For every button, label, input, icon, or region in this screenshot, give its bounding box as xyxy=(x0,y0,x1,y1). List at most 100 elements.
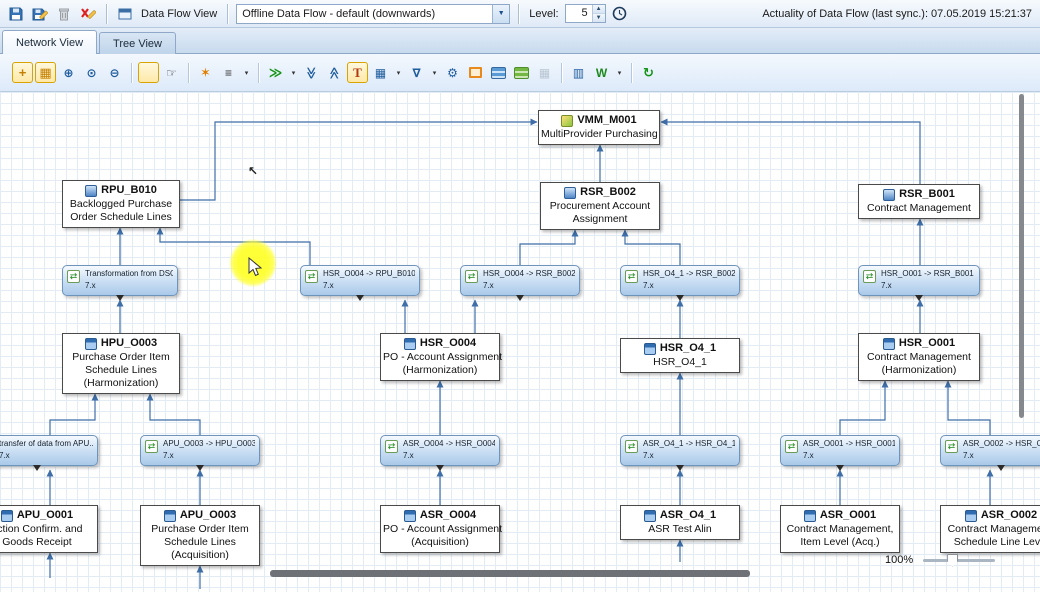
node-header: HSR_O4_1 xyxy=(623,341,737,356)
zoom-in-icon[interactable]: ⊕ xyxy=(58,62,79,83)
main-toolbar: Data Flow View Offline Data Flow - defau… xyxy=(0,0,1040,28)
node-header: RSR_B001 xyxy=(861,187,977,202)
node-hsr_o004[interactable]: HSR_O004PO - Account Assignment(Harmoniz… xyxy=(380,333,500,381)
frame-select-icon[interactable] xyxy=(465,62,486,83)
table-view-icon[interactable]: ▦ xyxy=(370,62,391,83)
delete-icon[interactable] xyxy=(54,4,74,24)
node-asr_o4_1[interactable]: ASR_O4_1ASR Test Alin xyxy=(620,505,740,540)
node-tr_hsr_o004_rpu_b010[interactable]: ⇄HSR_O004 -> RPU_B0107.x xyxy=(300,265,420,296)
node-description: HSR_O4_1 xyxy=(623,356,737,369)
dso-icon xyxy=(404,510,416,522)
clock-icon[interactable] xyxy=(610,4,630,24)
spinner-buttons: ▲▼ xyxy=(592,5,605,22)
zoom-slider[interactable] xyxy=(923,559,995,562)
node-asr_o002[interactable]: ASR_O002Contract Management,Schedule Lin… xyxy=(940,505,1040,553)
level-down-icon[interactable]: ▼ xyxy=(593,14,605,22)
tab-network-view[interactable]: Network View xyxy=(2,30,97,54)
collapse-handle-icon[interactable] xyxy=(33,465,41,471)
where-used-icon-dropdown[interactable]: ▾ xyxy=(614,62,625,83)
node-rsr_b001[interactable]: RSR_B001Contract Management xyxy=(858,184,980,219)
horizontal-scrollbar-thumb[interactable] xyxy=(270,570,750,577)
level-spinner[interactable]: 5 ▲▼ xyxy=(565,4,606,23)
display-options-icon[interactable]: ≡ xyxy=(218,62,239,83)
data-flow-view-label: Data Flow View xyxy=(139,8,219,20)
vertical-scrollbar-thumb[interactable] xyxy=(1019,94,1024,418)
show-table-icon[interactable]: ▥ xyxy=(568,62,589,83)
auto-arrange-icon[interactable]: ✶ xyxy=(195,62,216,83)
node-tr_dso_hp[interactable]: ⇄Transformation from DSO HP...7.x xyxy=(62,265,178,296)
collapse-handle-icon[interactable] xyxy=(676,295,684,301)
collapse-handle-icon[interactable] xyxy=(836,465,844,471)
node-tr_apu_o003_hpu_o003[interactable]: ⇄APU_O003 -> HPU_O0037.x xyxy=(140,435,260,466)
settings-users-icon[interactable]: ⚙ xyxy=(442,62,463,83)
collapse-handle-icon[interactable] xyxy=(676,465,684,471)
where-used-icon[interactable]: W xyxy=(591,62,612,83)
collapse-handle-icon[interactable] xyxy=(915,295,923,301)
node-tr_asr_o002_hsr_o001[interactable]: ⇄ASR_O002 -> HSR_O0017.x xyxy=(940,435,1040,466)
remove-assignment-icon[interactable] xyxy=(78,4,98,24)
collapse-handle-icon[interactable] xyxy=(516,295,524,301)
node-tr_transfer_apu[interactable]: ⇄transfer of data from APU...7.x xyxy=(0,435,98,466)
show-text-icon[interactable]: T xyxy=(347,62,368,83)
execute-flow-icon-dropdown[interactable]: ▾ xyxy=(288,62,299,83)
save-icon[interactable] xyxy=(6,4,26,24)
data-flow-combobox[interactable]: Offline Data Flow - default (downwards) … xyxy=(236,4,510,24)
level-up-icon[interactable]: ▲ xyxy=(593,5,605,14)
node-apu_o003[interactable]: APU_O003Purchase Order ItemSchedule Line… xyxy=(140,505,260,566)
transformation-label: APU_O003 -> HPU_O003 xyxy=(163,439,255,451)
zoom-out-icon[interactable]: ⊖ xyxy=(104,62,125,83)
node-header: HPU_O003 xyxy=(65,336,177,351)
node-asr_o004[interactable]: ASR_O004PO - Account Assignment(Acquisit… xyxy=(380,505,500,553)
transformation-version: 7.x xyxy=(643,451,735,461)
node-tr_asr_o4_1_hsr_o4_1[interactable]: ⇄ASR_O4_1 -> HSR_O4_17.x xyxy=(620,435,740,466)
node-rpu_b010[interactable]: RPU_B010Backlogged PurchaseOrder Schedul… xyxy=(62,180,180,228)
node-hsr_o4_1[interactable]: HSR_O4_1HSR_O4_1 xyxy=(620,338,740,373)
table-view-icon-dropdown[interactable]: ▾ xyxy=(393,62,404,83)
pin-layout-icon[interactable]: ▦ xyxy=(35,62,56,83)
transformation-label: ASR_O002 -> HSR_O001 xyxy=(963,439,1040,451)
collapse-handle-icon[interactable] xyxy=(356,295,364,301)
cube-icon xyxy=(564,187,576,199)
transformation-version: 7.x xyxy=(963,451,1040,461)
combobox-dropdown-icon[interactable]: ▼ xyxy=(492,5,509,23)
move-mode-icon[interactable]: + xyxy=(12,62,33,83)
zoom-original-icon[interactable]: ⊙ xyxy=(81,62,102,83)
node-tr_hsr_o004_rsr_b002[interactable]: ⇄HSR_O004 -> RSR_B0027.x xyxy=(460,265,580,296)
collapse-handle-icon[interactable] xyxy=(436,465,444,471)
node-tr_hsr_o4_1_rsr_b002[interactable]: ⇄HSR_O4_1 -> RSR_B0027.x xyxy=(620,265,740,296)
data-store-icon[interactable] xyxy=(488,62,509,83)
transformation-icon: ⇄ xyxy=(305,270,318,283)
filter-icon-dropdown[interactable]: ▾ xyxy=(429,62,440,83)
dso-icon xyxy=(404,338,416,350)
node-tr_hsr_o001_rsr_b001[interactable]: ⇄HSR_O001 -> RSR_B0017.x xyxy=(858,265,980,296)
execute-flow-icon[interactable]: ≫ xyxy=(265,62,286,83)
transformation-label: HSR_O004 -> RSR_B002 xyxy=(483,269,575,281)
grid-inactive-icon[interactable]: ▦ xyxy=(534,62,555,83)
zoom-slider-thumb[interactable] xyxy=(947,554,958,567)
select-tool-icon[interactable]: ↖ xyxy=(138,62,159,83)
node-rsr_b002[interactable]: RSR_B002Procurement AccountAssignment xyxy=(540,182,660,230)
node-tr_asr_o001_hsr_o001[interactable]: ⇄ASR_O001 -> HSR_O0017.x xyxy=(780,435,900,466)
node-hpu_o003[interactable]: HPU_O003Purchase Order ItemSchedule Line… xyxy=(62,333,180,394)
node-tr_asr_o004_hsr_o004[interactable]: ⇄ASR_O004 -> HSR_O0047.x xyxy=(380,435,500,466)
data-layers-icon[interactable] xyxy=(511,62,532,83)
collapse-all-icon[interactable]: ≫ xyxy=(301,62,322,83)
node-vmm_m001[interactable]: VMM_M001MultiProvider Purchasing xyxy=(538,110,660,145)
refresh-icon[interactable]: ↻ xyxy=(638,62,659,83)
save-as-icon[interactable] xyxy=(30,4,50,24)
collapse-handle-icon[interactable] xyxy=(997,465,1005,471)
network-toolbar: +▦⊕⊙⊖↖☞✶≡▾≫▾≫≪T▦▾∇▾⚙▦▥W▾↻ xyxy=(0,54,1040,92)
diagram-canvas[interactable]: VMM_M001MultiProvider Purchasing RPU_B010… xyxy=(0,92,1040,592)
filter-icon[interactable]: ∇ xyxy=(406,62,427,83)
node-apu_o001[interactable]: APU_O001uction Confirm. andGoods Receipt xyxy=(0,505,98,553)
tab-tree-view[interactable]: Tree View xyxy=(99,32,176,54)
node-asr_o001[interactable]: ASR_O001Contract Management,Item Level (… xyxy=(780,505,900,553)
display-options-icon-dropdown[interactable]: ▾ xyxy=(241,62,252,83)
transformation-label: transfer of data from APU... xyxy=(0,439,93,451)
collapse-handle-icon[interactable] xyxy=(116,295,124,301)
collapse-handle-icon[interactable] xyxy=(196,465,204,471)
expand-all-icon[interactable]: ≪ xyxy=(324,62,345,83)
transformation-icon: ⇄ xyxy=(785,440,798,453)
node-hsr_o001[interactable]: HSR_O001Contract Management(Harmonizatio… xyxy=(858,333,980,381)
pan-hand-icon[interactable]: ☞ xyxy=(161,62,182,83)
